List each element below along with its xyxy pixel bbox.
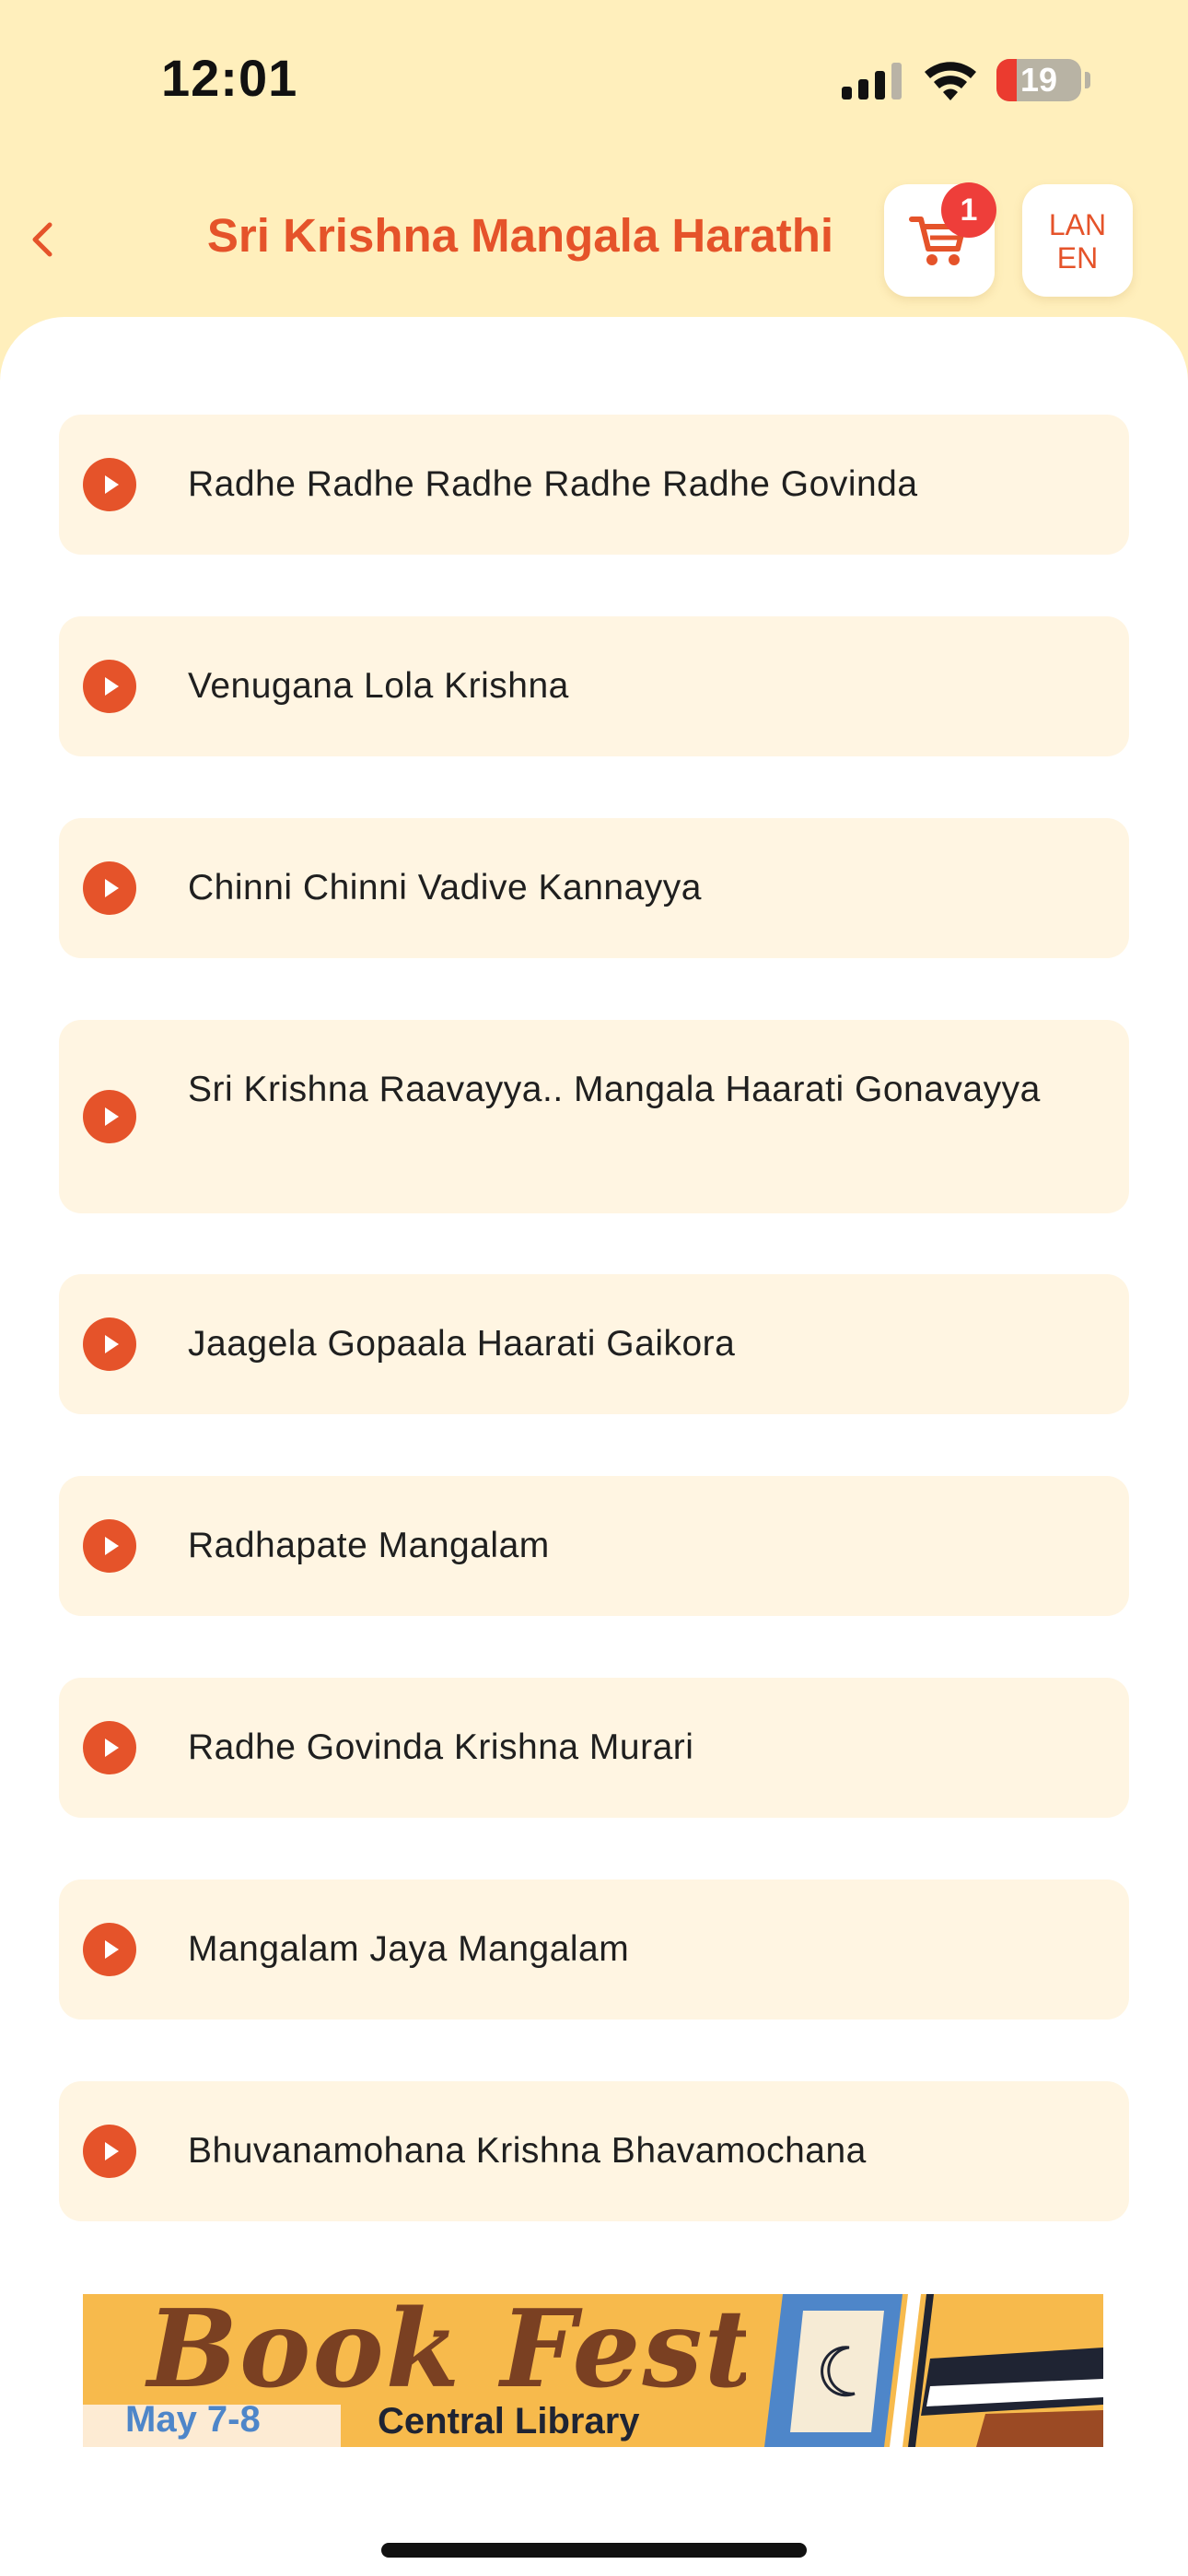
song-title: Venugana Lola Krishna [188, 666, 569, 706]
status-time: 12:01 [161, 49, 298, 107]
song-list-item[interactable]: Mangalam Jaya Mangalam [59, 1879, 1129, 2020]
play-icon[interactable] [83, 660, 136, 713]
battery-percent: 19 [1019, 61, 1058, 99]
song-list-item[interactable]: Venugana Lola Krishna [59, 616, 1129, 756]
home-indicator [381, 2543, 807, 2558]
song-list-item[interactable]: Radhe Govinda Krishna Murari [59, 1678, 1129, 1818]
song-title: Sri Krishna Raavayya.. Mangala Haarati G… [188, 1070, 1041, 1109]
song-title: Radhe Govinda Krishna Murari [188, 1727, 694, 1767]
song-title: Bhuvanamohana Krishna Bhavamochana [188, 2131, 867, 2171]
book-festival-banner[interactable]: Book Festival May 7-8 Central Library [83, 2294, 1103, 2447]
song-list-item[interactable]: Radhe Radhe Radhe Radhe Radhe Govinda [59, 415, 1129, 555]
play-icon[interactable] [83, 1519, 136, 1573]
song-list-item[interactable]: Jaagela Gopaala Haarati Gaikora [59, 1274, 1129, 1414]
wifi-icon [925, 62, 976, 100]
song-title: Radhapate Mangalam [188, 1526, 550, 1565]
song-title: Jaagela Gopaala Haarati Gaikora [188, 1324, 736, 1364]
song-list-item[interactable]: Chinni Chinni Vadive Kannayya [59, 818, 1129, 958]
cart-button[interactable]: 1 [884, 182, 996, 297]
language-code: EN [1056, 241, 1099, 275]
banner-place: Central Library [378, 2401, 640, 2441]
song-title: Mangalam Jaya Mangalam [188, 1929, 630, 1969]
status-bar: 12:01 19 [0, 0, 1188, 157]
language-label: LAN [1048, 208, 1107, 241]
song-title: Chinni Chinni Vadive Kannayya [188, 868, 702, 907]
play-icon[interactable] [83, 1090, 136, 1143]
back-chevron-icon[interactable] [20, 212, 66, 267]
play-icon[interactable] [83, 1721, 136, 1774]
language-button[interactable]: LAN EN [1022, 184, 1133, 297]
battery-nub [1085, 72, 1090, 88]
signal-icon [842, 63, 902, 100]
song-list-item[interactable]: Sri Krishna Raavayya.. Mangala Haarati G… [59, 1020, 1129, 1213]
play-icon[interactable] [83, 1317, 136, 1371]
banner-date: May 7-8 [125, 2399, 261, 2440]
song-list-item[interactable]: Radhapate Mangalam [59, 1476, 1129, 1616]
cart-count-badge: 1 [941, 182, 996, 238]
battery-icon: 19 [996, 59, 1081, 101]
song-title: Radhe Radhe Radhe Radhe Radhe Govinda [188, 464, 918, 504]
book-illustration-icon [746, 2294, 1103, 2447]
song-list-item[interactable]: Bhuvanamohana Krishna Bhavamochana [59, 2081, 1129, 2221]
play-icon[interactable] [83, 1923, 136, 1976]
play-icon[interactable] [83, 861, 136, 915]
page-title: Sri Krishna Mangala Harathi [206, 209, 834, 262]
play-icon[interactable] [83, 458, 136, 511]
play-icon[interactable] [83, 2125, 136, 2178]
